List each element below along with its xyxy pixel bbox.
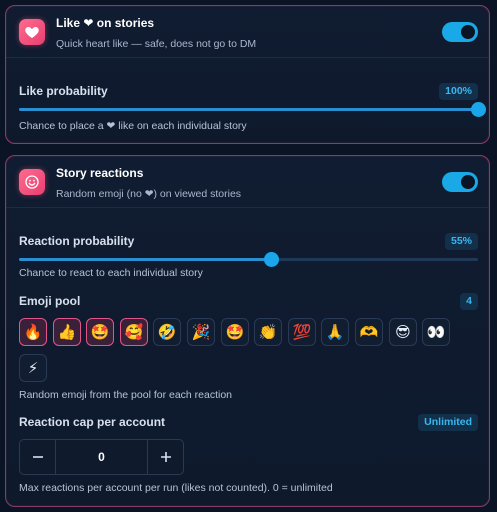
reactions-card-header: Story reactions Random emoji (no ❤) on v… (6, 156, 489, 208)
slider-fill (19, 258, 272, 261)
emoji-option[interactable]: 🙏 (321, 318, 349, 346)
emoji-pool-help: Random emoji from the pool for each reac… (19, 389, 233, 401)
reactions-card-title: Story reactions (56, 166, 144, 180)
reaction-cap-badge: Unlimited (418, 414, 478, 431)
emoji-option[interactable]: 🤩 (86, 318, 114, 346)
emoji-option[interactable]: ⚡ (19, 354, 47, 382)
like-probability-slider[interactable] (19, 102, 486, 117)
reaction-cap-label: Reaction cap per account (19, 415, 166, 429)
emoji-option[interactable]: 👀 (422, 318, 450, 346)
emoji-option[interactable]: 🥰 (120, 318, 148, 346)
plus-icon (160, 452, 171, 462)
emoji-pool-count: 4 (460, 293, 478, 310)
reactions-card-subtitle: Random emoji (no ❤) on viewed stories (56, 188, 242, 200)
like-stories-card: Like ❤ on stories Quick heart like — saf… (5, 5, 490, 144)
smiley-icon (19, 169, 45, 195)
emoji-option[interactable]: 👏 (254, 318, 282, 346)
reaction-probability-label: Reaction probability (19, 234, 135, 248)
decrement-button[interactable] (20, 440, 56, 474)
emoji-option[interactable]: 🫶 (355, 318, 383, 346)
like-probability-help: Chance to place a ❤ like on each individ… (19, 120, 247, 132)
like-card-header: Like ❤ on stories Quick heart like — saf… (6, 6, 489, 58)
like-probability-value: 100% (439, 83, 478, 100)
like-card-title: Like ❤ on stories (56, 16, 155, 30)
slider-fill (19, 108, 478, 111)
like-enable-toggle[interactable] (442, 22, 478, 42)
emoji-pool-label: Emoji pool (19, 294, 81, 308)
emoji-option[interactable]: 🎉 (187, 318, 215, 346)
reaction-probability-value: 55% (444, 233, 478, 250)
emoji-option[interactable]: 🤩 (221, 318, 249, 346)
story-reactions-card: Story reactions Random emoji (no ❤) on v… (5, 155, 490, 507)
slider-thumb[interactable] (264, 252, 280, 267)
toggle-knob (461, 25, 475, 39)
increment-button[interactable] (147, 440, 183, 474)
like-card-subtitle: Quick heart like — safe, does not go to … (56, 38, 257, 50)
emoji-option[interactable]: 😎 (389, 318, 417, 346)
emoji-option[interactable]: 💯 (288, 318, 316, 346)
toggle-knob (461, 175, 475, 189)
reaction-cap-stepper: 0 (19, 439, 184, 475)
reaction-cap-input[interactable]: 0 (56, 440, 147, 474)
reaction-cap-help: Max reactions per account per run (likes… (19, 482, 333, 494)
emoji-option[interactable]: 🤣 (153, 318, 181, 346)
heart-icon (19, 19, 45, 45)
reactions-enable-toggle[interactable] (442, 172, 478, 192)
slider-thumb[interactable] (471, 102, 486, 117)
reaction-probability-slider[interactable] (19, 252, 478, 267)
emoji-option[interactable]: 👍 (53, 318, 81, 346)
reaction-probability-help: Chance to react to each individual story (19, 267, 203, 279)
like-probability-label: Like probability (19, 84, 108, 98)
minus-icon (32, 456, 43, 458)
emoji-option[interactable]: 🔥 (19, 318, 47, 346)
